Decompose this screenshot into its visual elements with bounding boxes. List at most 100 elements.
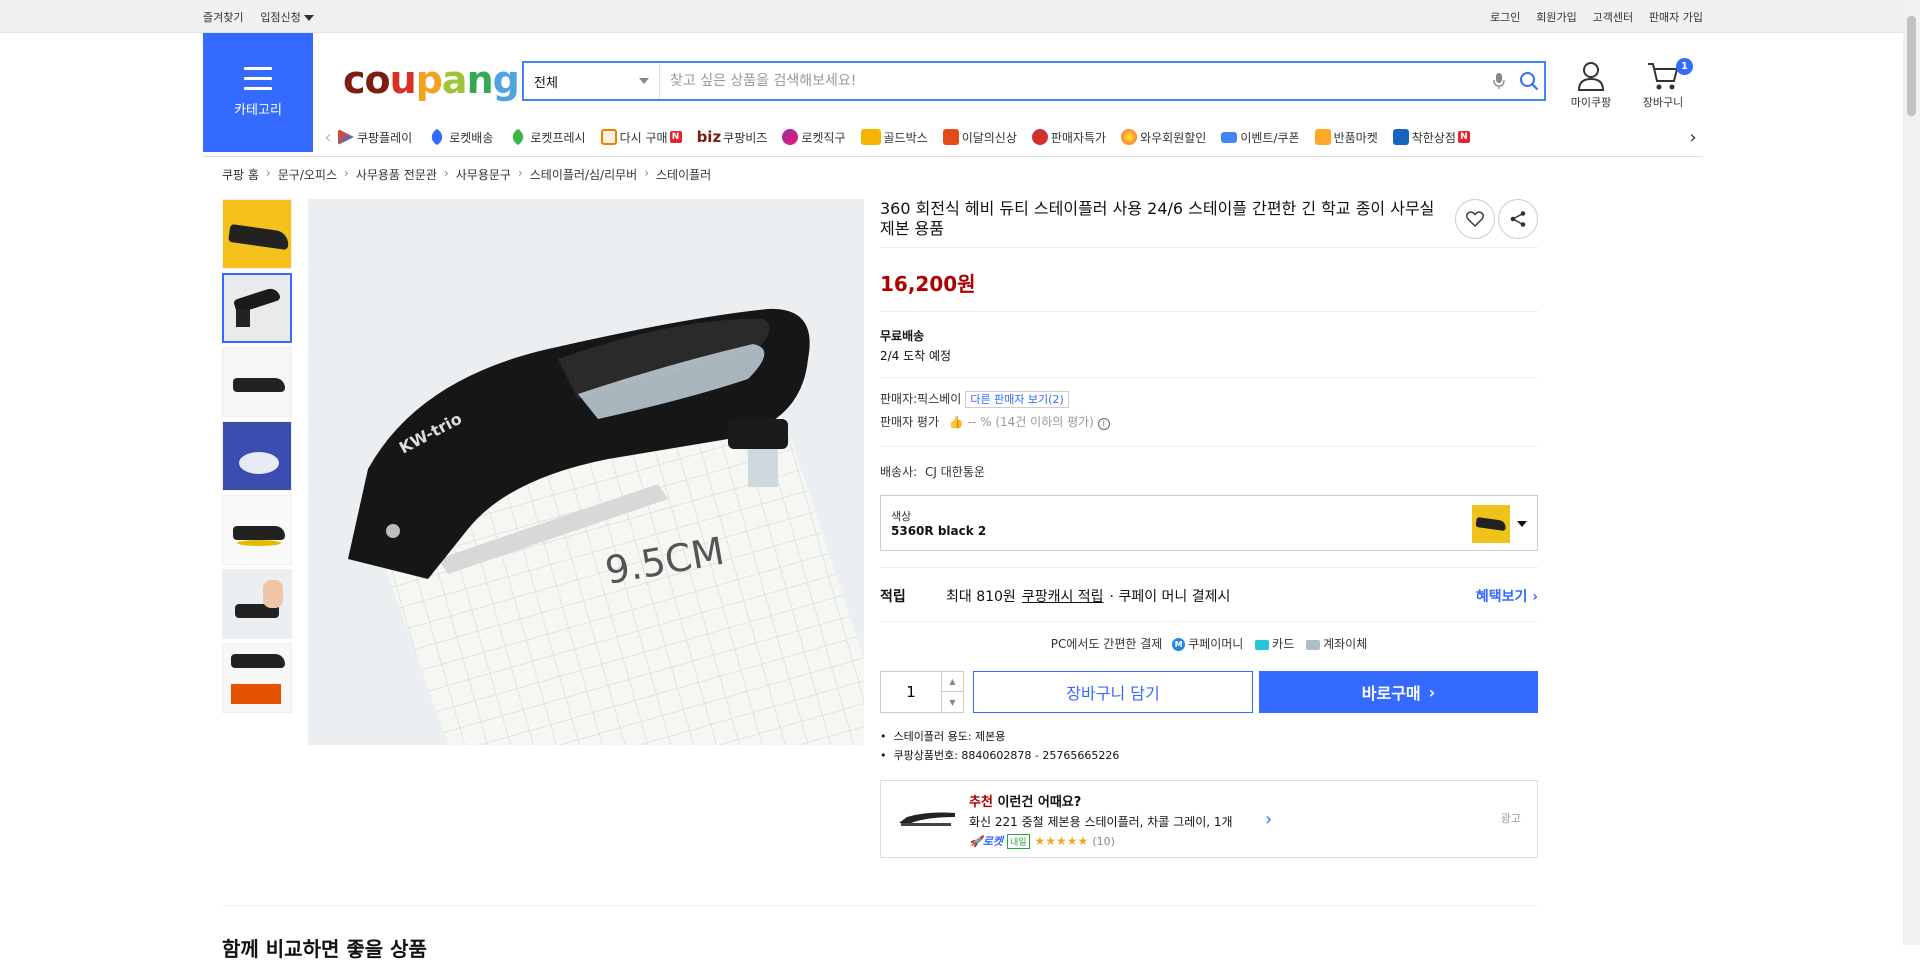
arrival-date: 2/4 도착 예정 (880, 349, 952, 363)
divider (880, 247, 1538, 248)
recommended-product-meta: 🚀로켓 내일 ★★★★★ (10) (969, 833, 1115, 849)
main-product-image[interactable]: KW-trio 9.5CM (308, 199, 864, 745)
stapler-image: KW-trio 9.5CM (308, 199, 864, 745)
category-button[interactable]: 카테고리 (203, 33, 313, 152)
cart-button[interactable]: 1 장바구니 (1633, 58, 1693, 110)
seller-signup-link[interactable]: 판매자 가입 (1649, 11, 1703, 24)
shipping-info: 무료배송 2/4 도착 예정 (880, 326, 951, 366)
nav-item-biz[interactable]: biz 쿠팡비즈 (697, 128, 768, 146)
product-thumbnail-selected[interactable] (222, 273, 292, 343)
top-utility-bar: 즐겨찾기 입점신청 로그인 회원가입 고객센터 판매자 가입 (0, 0, 1920, 33)
nav-prev-arrow-icon[interactable]: ‹ (318, 127, 338, 148)
seller-deal-icon (1031, 129, 1048, 145)
divider (880, 567, 1538, 568)
breadcrumb-item[interactable]: 사무용품 전문관 (356, 166, 437, 183)
breadcrumb-item[interactable]: 문구/오피스 (278, 166, 337, 183)
add-to-cart-button[interactable]: 장바구니 담기 (973, 671, 1253, 713)
divider (880, 311, 1538, 312)
buy-now-label: 바로구매 (1361, 684, 1421, 703)
nav-item-rebuy[interactable]: 다시 구매 N (600, 129, 682, 146)
share-button[interactable] (1498, 199, 1538, 239)
product-thumbnail[interactable] (222, 199, 292, 269)
color-option-select[interactable]: 색상 5360R black 2 (880, 495, 1538, 551)
quantity-input[interactable] (881, 672, 941, 712)
nav-item-rocket-fresh[interactable]: 로켓프레시 (508, 128, 586, 146)
chevron-down-icon (639, 78, 649, 84)
nav-next-arrow-icon[interactable]: › (1683, 127, 1703, 148)
favorite-button[interactable] (1455, 199, 1495, 239)
search-category-select[interactable]: 전체 (524, 63, 660, 99)
chevron-right-icon[interactable]: › (1265, 809, 1272, 830)
goldbox-icon (860, 129, 881, 145)
search-category-value: 전체 (534, 75, 558, 91)
nav-item-return-market[interactable]: 반품마켓 (1314, 129, 1378, 146)
nav-label: 와우회원할인 (1140, 130, 1207, 145)
caret-down-icon (303, 14, 314, 21)
seller-apply-link[interactable]: 입점신청 (260, 11, 314, 24)
breadcrumb-item[interactable]: 스테이플러/심/리무버 (530, 166, 637, 183)
benefits-link[interactable]: 혜택보기 › (1476, 586, 1538, 606)
product-thumbnail[interactable] (222, 347, 292, 417)
signup-link[interactable]: 회원가입 (1536, 11, 1576, 24)
seller-name[interactable]: 픽스베이 (917, 392, 961, 406)
option-label: 색상 (891, 510, 912, 523)
coupay-icon: M (1172, 638, 1186, 651)
pay-method: 계좌이체 (1323, 637, 1368, 651)
detail-item: 쿠팡상품번호: 8840602878 - 25765665226 (880, 746, 1120, 765)
nav-item-rocket[interactable]: 로켓배송 (427, 128, 493, 146)
seller-info: 판매자:픽스베이 다른 판매자 보기(2) 판매자 평가 👍 -- % (14건 … (880, 388, 1110, 433)
nav-item-good-store[interactable]: 착한상점 N (1392, 129, 1470, 146)
chevron-right-icon: › (1428, 682, 1436, 702)
breadcrumb: 쿠팡 홈 › 문구/오피스 › 사무용품 전문관 › 사무용문구 › 스테이플러/심/리… (222, 166, 711, 183)
breadcrumb-item[interactable]: 스테이플러 (656, 166, 711, 183)
seller-rating-label: 판매자 평가 (880, 415, 940, 429)
recommendation-card[interactable]: 추천 이런건 어때요? 화신 221 중철 제본용 스테이플러, 차콜 그레이,… (880, 780, 1538, 858)
new-badge: N (669, 131, 682, 143)
quantity-down-icon[interactable]: ▼ (942, 692, 963, 712)
other-sellers-button[interactable]: 다른 판매자 보기(2) (965, 391, 1069, 408)
login-link[interactable]: 로그인 (1490, 11, 1520, 24)
mic-icon[interactable] (1484, 63, 1514, 99)
mypage-button[interactable]: 마이쿠팡 (1561, 61, 1621, 110)
nav-item-coupon[interactable]: 이벤트/쿠폰 (1221, 129, 1300, 146)
product-thumbnail[interactable] (222, 421, 292, 491)
bookmark-link[interactable]: 즐겨찾기 (203, 11, 243, 24)
product-thumbnail[interactable] (222, 643, 292, 713)
product-thumbnail[interactable] (222, 569, 292, 639)
return-market-icon (1314, 129, 1331, 145)
nav-label: 쿠팡플레이 (357, 130, 413, 145)
carrier-label: 배송사: (880, 465, 918, 479)
buy-now-button[interactable]: 바로구매 › (1259, 671, 1538, 713)
nav-item-new[interactable]: 이달의신상 (942, 129, 1017, 146)
nav-item-seller-deal[interactable]: 판매자특가 (1031, 129, 1107, 146)
coupang-cash-link[interactable]: 쿠팡캐시 적립 (1022, 586, 1104, 606)
quantity-up-icon[interactable]: ▲ (942, 672, 963, 692)
rating-stars-icon: ★★★★★ (1034, 834, 1089, 848)
recommended-product-name: 화신 221 중철 제본용 스테이플러, 차콜 그레이, 1개 (969, 815, 1233, 829)
customer-center-link[interactable]: 고객센터 (1593, 11, 1633, 24)
nav-item-coupang-play[interactable]: 쿠팡플레이 (338, 129, 412, 146)
product-thumbnail[interactable] (222, 495, 292, 565)
pay-method: 카드 (1272, 637, 1295, 651)
coupang-logo[interactable]: coupang (343, 58, 520, 102)
product-details: 스테이플러 용도: 제본용 쿠팡상품번호: 8840602878 - 25765… (880, 727, 1120, 765)
search-input[interactable] (660, 63, 1484, 99)
breadcrumb-item[interactable]: 사무용문구 (456, 166, 511, 183)
scrollbar-thumb[interactable] (1907, 16, 1916, 116)
chevron-right-icon: › (265, 166, 271, 180)
nav-item-wow[interactable]: 와우회원할인 (1121, 129, 1206, 146)
info-icon[interactable]: i (1097, 418, 1110, 430)
nav-item-global[interactable]: 로켓직구 (782, 129, 846, 146)
breadcrumb-item[interactable]: 쿠팡 홈 (222, 166, 259, 183)
carrier-info: 배송사: CJ 대한통운 (880, 463, 985, 480)
search-icon[interactable] (1514, 63, 1544, 99)
nav-item-goldbox[interactable]: 골드박스 (860, 129, 928, 146)
nav-label: 판매자특가 (1050, 130, 1107, 145)
category-label: 카테고리 (234, 103, 282, 118)
recommendation-heading: 추천 이런건 어때요? (969, 791, 1081, 810)
share-icon (1510, 211, 1526, 227)
product-info: 360 회전식 헤비 듀티 스테이플러 사용 24/6 스테이플 간편한 긴 학… (880, 199, 1538, 858)
page-scrollbar[interactable] (1903, 0, 1920, 945)
category-nav: ‹ 쿠팡플레이 로켓배송 로켓프레시 다시 구매 N biz 쿠팡비즈 로켓직구 골… (318, 122, 1703, 152)
reward-info: 적립 최대 810원 쿠팡캐시 적립 · 쿠페이 머니 결제시 혜택보기 › (880, 586, 1538, 606)
